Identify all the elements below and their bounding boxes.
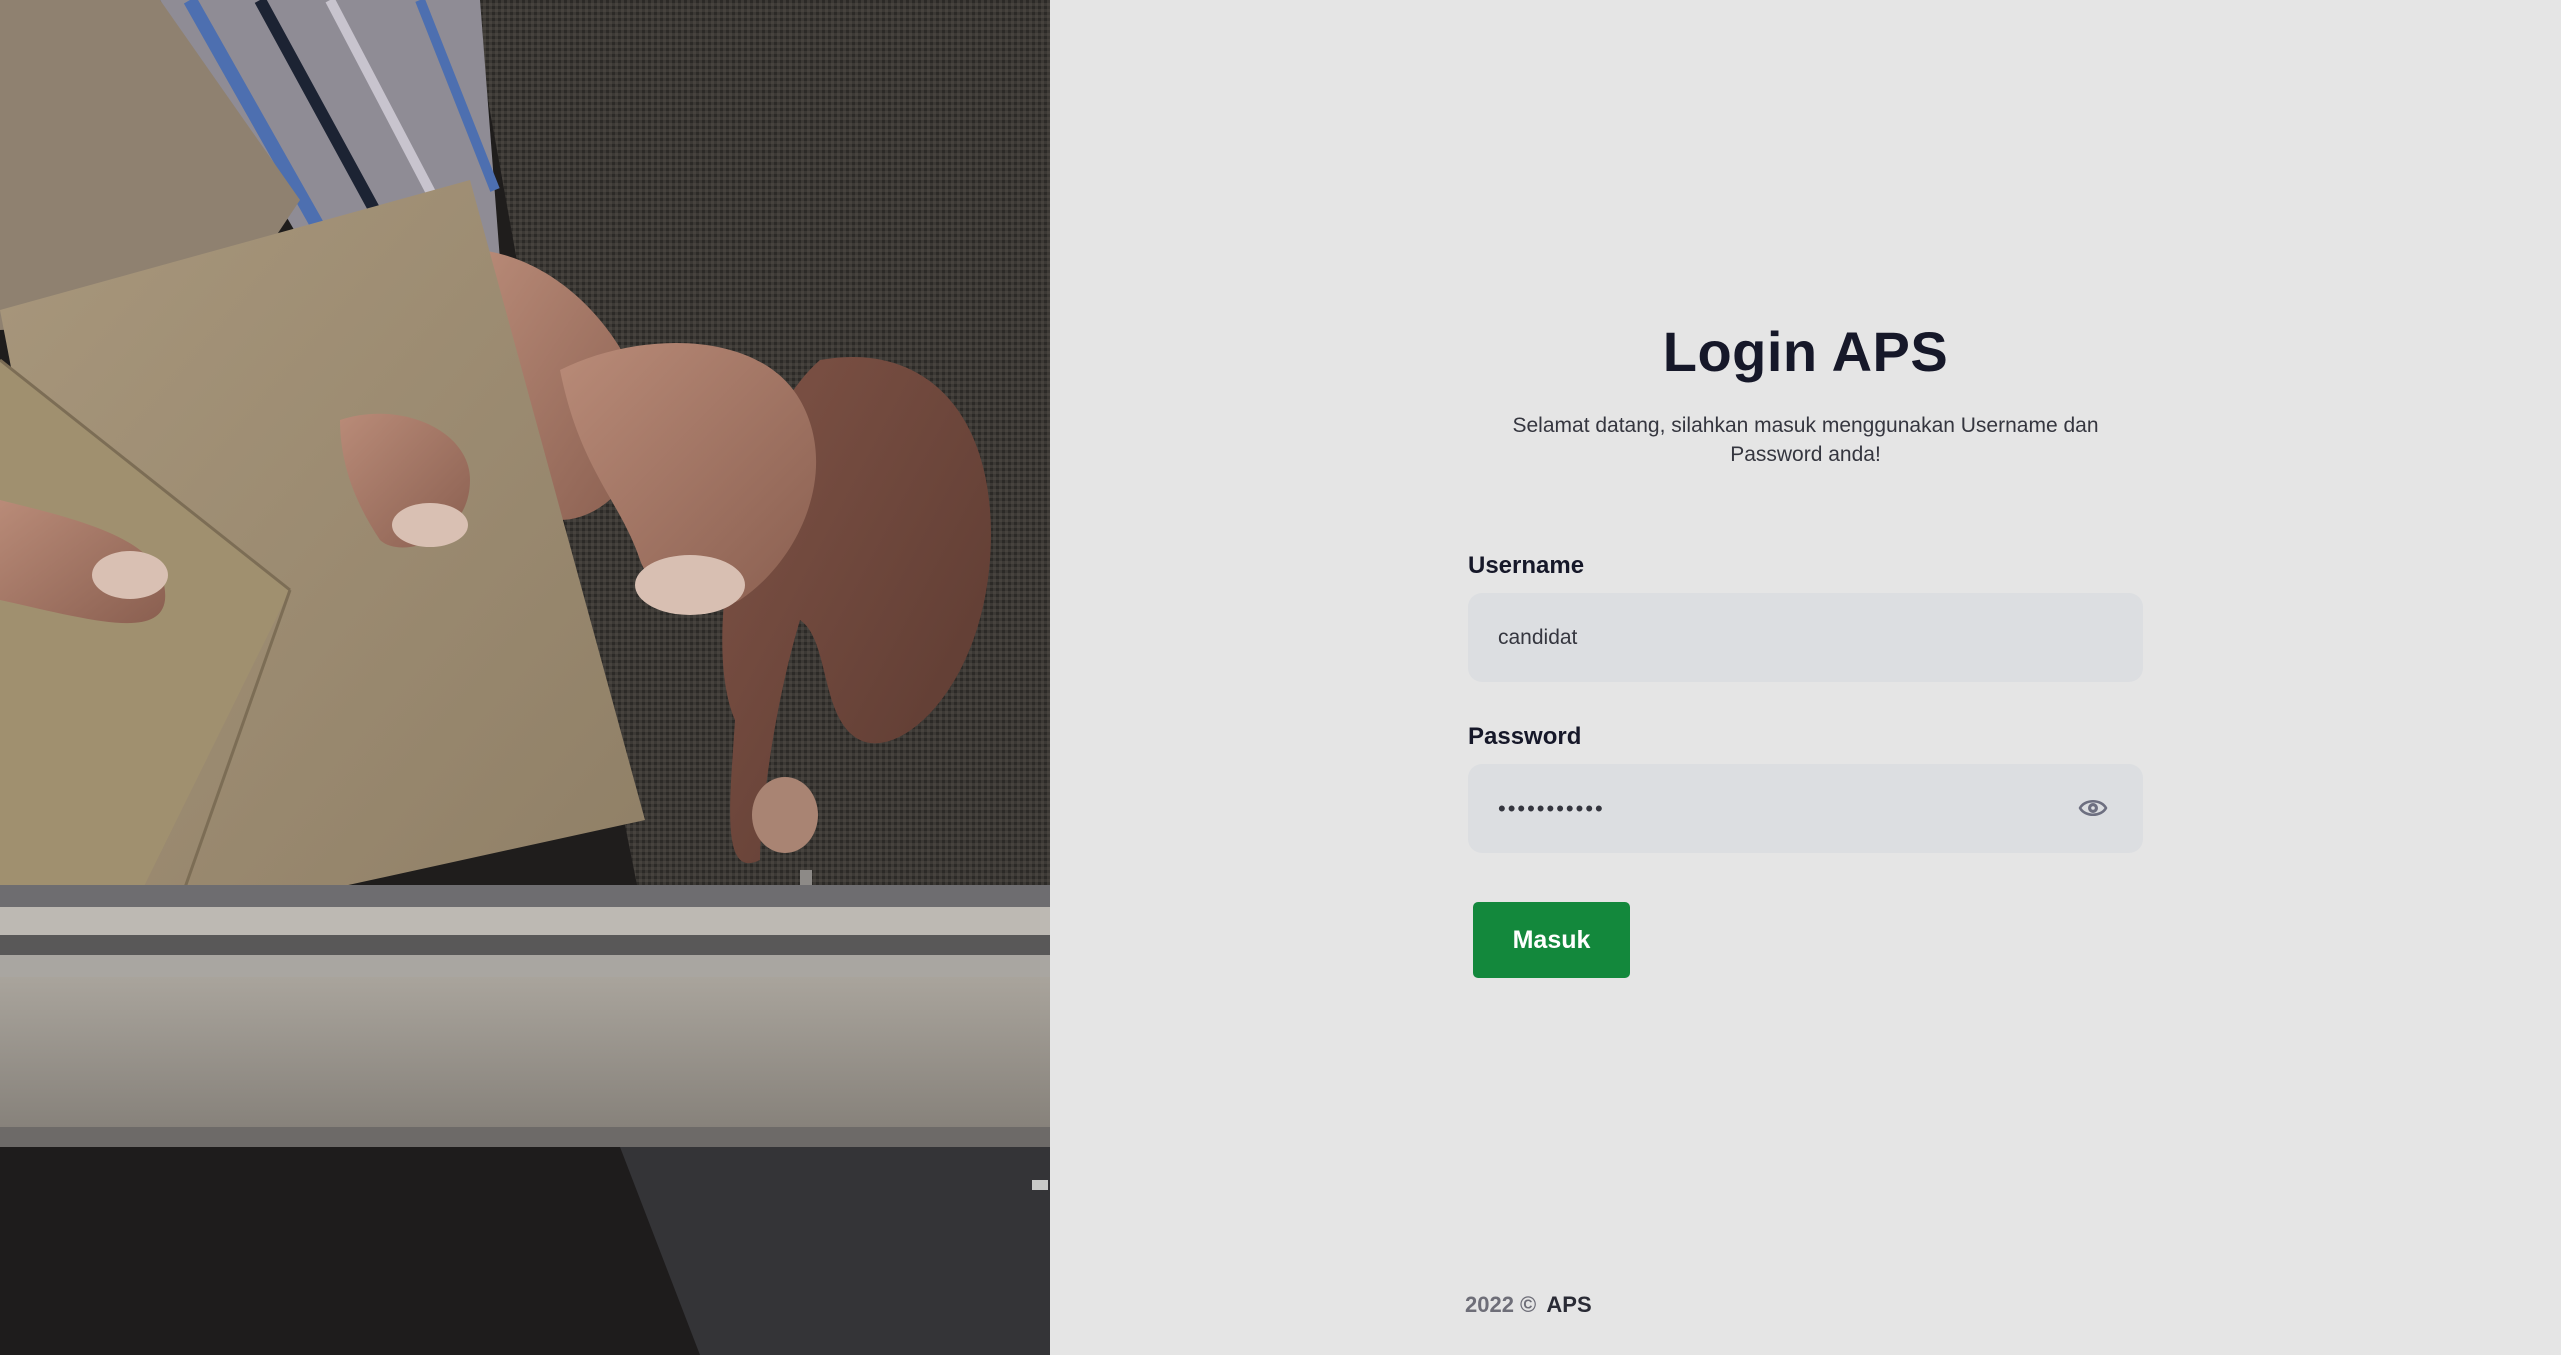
- footer-brand: APS: [1546, 1292, 1592, 1317]
- password-label: Password: [1468, 723, 1582, 750]
- password-field-wrapper: [1468, 764, 2143, 853]
- login-panel: Login APS Selamat datang, silahkan masuk…: [1050, 0, 2561, 1355]
- welcome-text: Selamat datang, silahkan masuk menggunak…: [1512, 414, 2099, 466]
- footer-year: 2022 ©: [1465, 1292, 1537, 1317]
- footer: 2022 © APS: [1465, 1291, 1592, 1319]
- ballot-box-photo: [0, 0, 1050, 1355]
- username-input[interactable]: [1468, 593, 2143, 682]
- hero-photo: [0, 0, 1050, 1355]
- login-button[interactable]: Masuk: [1473, 902, 1630, 978]
- username-field-wrapper: [1468, 593, 2143, 682]
- eye-icon[interactable]: [2078, 795, 2108, 821]
- password-input[interactable]: [1468, 764, 2143, 853]
- page-title: Login APS: [1662, 320, 1949, 383]
- username-label: Username: [1468, 552, 1585, 579]
- login-form: Login APS Selamat datang, silahkan masuk…: [1468, 315, 2143, 978]
